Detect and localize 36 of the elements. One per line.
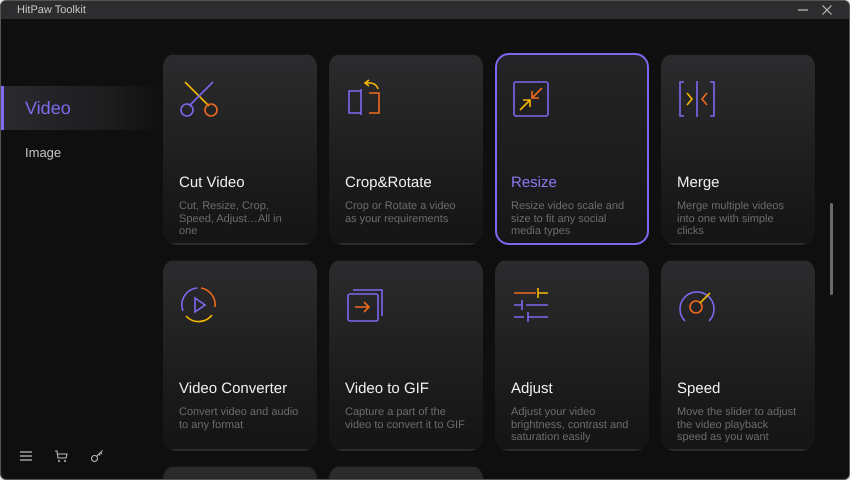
resize-icon (511, 79, 551, 119)
sidebar-item[interactable]: Image (1, 130, 161, 176)
cart-icon[interactable] (54, 450, 68, 462)
card-description: Convert video and audio to any format (179, 406, 300, 431)
card-title: Video Converter (179, 380, 288, 397)
tool-card[interactable]: Crop&Rotate Crop or Rotate a video as your requirements (329, 53, 483, 245)
merge-icon (677, 79, 717, 119)
card-description: Resize video scale and size to fit any social media types (511, 200, 626, 238)
close-icon[interactable] (821, 4, 833, 16)
scrollbar-thumb[interactable] (830, 203, 833, 295)
card-title: Adjust (511, 380, 554, 397)
card-description: Cut, Resize, Crop, Speed, Adjust…All in one (179, 200, 283, 238)
menu-icon[interactable] (20, 451, 32, 461)
tool-card[interactable]: Adjust Adjust your video brightness, contrast and saturation easily (495, 259, 649, 451)
convert-icon (179, 285, 219, 325)
card-description: Capture a part of the video to convert it to GIF (345, 406, 466, 431)
tool-card[interactable]: Video Converter Convert video and audio to any format (163, 259, 317, 451)
window-title: HitPaw Toolkit (17, 4, 86, 16)
tool-card[interactable]: Video to GIF Capture a part of the video to convert it to GIF (329, 259, 483, 451)
tool-card[interactable]: Cut Video Cut, Resize, Crop, Speed, Adjust…All in one (163, 53, 317, 245)
card-title: Resize (511, 174, 558, 191)
card-description: Crop or Rotate a video as your requirements (345, 200, 457, 225)
tool-card[interactable]: Merge Merge multiple videos into one with simple clicks (661, 53, 815, 245)
card-description: Merge multiple videos into one with simple clicks (677, 200, 785, 238)
card-title: Speed (677, 380, 722, 397)
card-title: Video to GIF (345, 380, 430, 397)
sliders-icon (511, 285, 551, 325)
card-title: Crop&Rotate (345, 174, 433, 191)
tool-card[interactable]: Resize Resize video scale and size to fit any social media types (495, 53, 649, 245)
card-title: Cut Video (179, 174, 246, 191)
card-title: Merge (677, 174, 721, 191)
card-description: Adjust your video brightness, contrast and saturation easily (511, 406, 630, 444)
scissors-icon (179, 79, 219, 119)
card-description: Move the slider to adjust the video playback speed as you want (677, 406, 798, 444)
tool-card[interactable]: Speed Move the slider to adjust the video playback speed as you want (661, 259, 815, 451)
key-icon[interactable] (90, 449, 104, 463)
